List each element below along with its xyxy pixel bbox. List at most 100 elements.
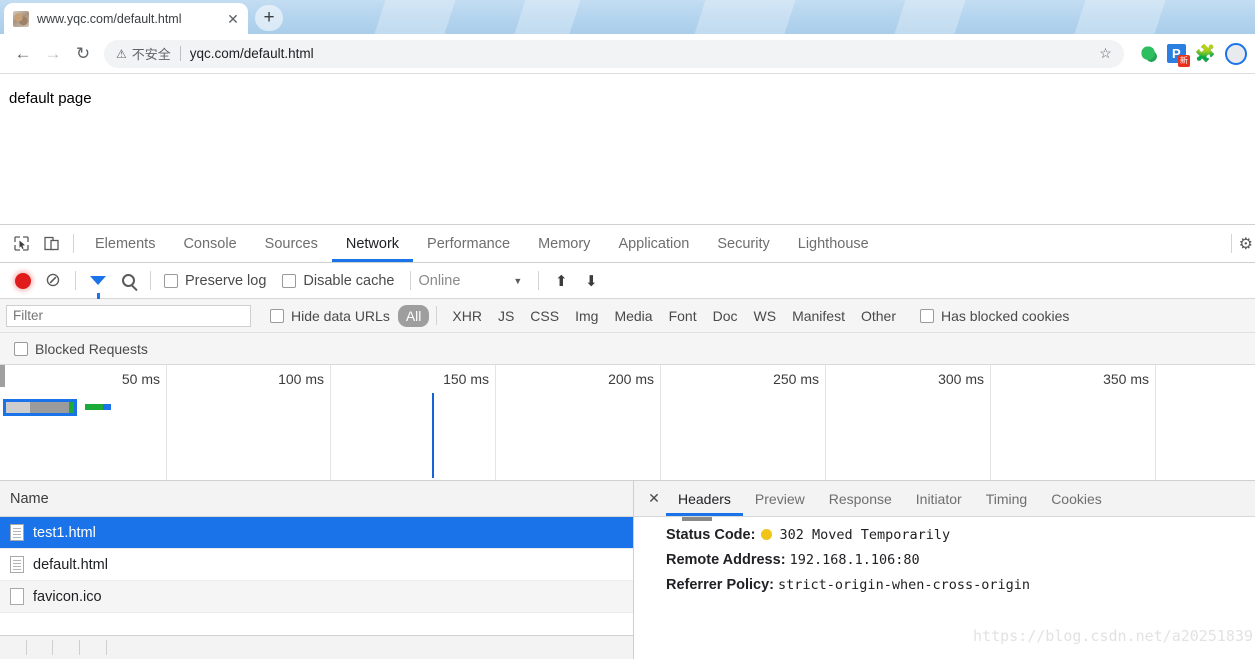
header-field-remote-address: Remote Address: 192.168.1.106:80: [666, 552, 1255, 568]
filter-type-img[interactable]: Img: [567, 305, 606, 327]
waterfall-bar-selected[interactable]: [3, 399, 77, 416]
waterfall-segment-download: [69, 402, 74, 413]
summary-resources: [53, 640, 80, 655]
reload-button[interactable]: ↻: [68, 39, 98, 69]
throttling-select[interactable]: Online ▼: [418, 273, 522, 289]
tab-memory[interactable]: Memory: [524, 225, 604, 262]
overview-tick-label: 300 ms: [938, 371, 984, 387]
toolbar-divider: [73, 234, 74, 253]
dom-content-loaded-marker: [432, 393, 434, 478]
filter-type-media[interactable]: Media: [606, 305, 660, 327]
waterfall-segment-waiting: [30, 402, 69, 413]
settings-gear-icon[interactable]: ⚙: [1239, 234, 1253, 254]
toolbar-divider: [1230, 234, 1232, 253]
overview-tick-label: 50 ms: [121, 371, 160, 387]
summary-transferred: [27, 640, 54, 655]
network-split-view: Name test1.html default.html favicon.ico: [0, 481, 1255, 659]
tab-timing[interactable]: Timing: [974, 481, 1040, 516]
hide-data-urls-checkbox[interactable]: Hide data URLs: [270, 308, 390, 324]
filter-type-ws[interactable]: WS: [746, 305, 785, 327]
clear-button[interactable]: ⊘: [38, 267, 68, 295]
network-summary-bar: [0, 635, 633, 659]
overview-gridline: [825, 365, 826, 480]
tab-response[interactable]: Response: [817, 481, 904, 516]
theme-decoration: [894, 0, 966, 34]
profile-avatar[interactable]: [1225, 42, 1247, 65]
inspect-element-icon[interactable]: [6, 230, 36, 258]
p-extension-icon[interactable]: P 新: [1166, 44, 1190, 67]
tab-security[interactable]: Security: [703, 225, 783, 262]
tab-initiator[interactable]: Initiator: [904, 481, 974, 516]
overview-tick-label: 350 ms: [1103, 371, 1149, 387]
tab-application[interactable]: Application: [604, 225, 703, 262]
summary-dom-content-loaded: [107, 640, 133, 655]
tab-console[interactable]: Console: [169, 225, 250, 262]
browser-tab-strip: www.yqc.com/default.html ✕ +: [0, 0, 1255, 34]
summary-requests: [0, 640, 27, 655]
chevron-down-icon: ▼: [513, 275, 523, 286]
tab-sources[interactable]: Sources: [251, 225, 332, 262]
network-toolbar: ⊘ Preserve log Disable cache Online ▼ ⬆ …: [0, 263, 1255, 299]
security-status-label: 不安全: [131, 47, 171, 62]
blocked-requests-checkbox[interactable]: Blocked Requests: [14, 341, 148, 357]
tab-title: www.yqc.com/default.html: [37, 11, 182, 26]
filter-type-xhr[interactable]: XHR: [444, 305, 490, 327]
device-toolbar-icon[interactable]: [36, 230, 66, 258]
overview-gridline: [495, 365, 496, 480]
evernote-extension-icon[interactable]: [1139, 44, 1158, 63]
preserve-log-checkbox[interactable]: Preserve log: [164, 273, 266, 289]
network-filter-bar: Hide data URLs All XHR JS CSS Img Media …: [0, 299, 1255, 333]
filter-type-doc[interactable]: Doc: [705, 305, 746, 327]
devtools-tab-bar: Elements Console Sources Network Perform…: [0, 225, 1255, 263]
request-list-header[interactable]: Name: [0, 481, 633, 517]
tab-performance[interactable]: Performance: [413, 225, 524, 262]
disable-cache-label: Disable cache: [303, 272, 395, 289]
back-button[interactable]: ←: [8, 39, 38, 69]
tab-elements[interactable]: Elements: [81, 225, 169, 262]
page-content-text: default page: [9, 90, 92, 107]
tab-headers[interactable]: Headers: [666, 481, 743, 516]
filter-type-other[interactable]: Other: [853, 305, 904, 327]
filter-type-manifest[interactable]: Manifest: [784, 305, 853, 327]
close-details-icon[interactable]: ✕: [642, 490, 666, 507]
table-row[interactable]: test1.html: [0, 517, 633, 549]
watermark-text: https://blog.csdn.net/a20251839: [973, 627, 1253, 645]
disable-cache-checkbox[interactable]: Disable cache: [282, 273, 394, 289]
table-row[interactable]: default.html: [0, 549, 633, 581]
forward-button[interactable]: →: [38, 39, 68, 69]
import-har-button[interactable]: ⬆: [546, 267, 576, 295]
close-tab-icon[interactable]: ✕: [224, 12, 242, 26]
filter-type-font[interactable]: Font: [661, 305, 705, 327]
new-tab-button[interactable]: +: [255, 5, 283, 31]
blank-document-icon: [10, 588, 24, 605]
overview-tick-label: 250 ms: [773, 371, 819, 387]
table-row[interactable]: favicon.ico: [0, 581, 633, 613]
browser-tab[interactable]: www.yqc.com/default.html ✕: [4, 3, 248, 34]
details-tab-bar: ✕ Headers Preview Response Initiator Tim…: [634, 481, 1255, 517]
network-overview-chart[interactable]: 50 ms 100 ms 150 ms 200 ms 250 ms 300 ms…: [0, 365, 1255, 481]
waterfall-segment-stalled: [6, 402, 30, 413]
filter-type-css[interactable]: CSS: [522, 305, 567, 327]
funnel-icon: [90, 276, 106, 299]
puzzle-extensions-icon[interactable]: 🧩: [1195, 44, 1216, 64]
filter-input[interactable]: [6, 304, 251, 327]
throttling-value: Online: [418, 272, 461, 289]
overview-left-edge: [0, 365, 5, 387]
hide-data-urls-label: Hide data URLs: [291, 307, 390, 324]
tab-network[interactable]: Network: [332, 225, 413, 262]
bookmark-star-icon[interactable]: ☆: [1099, 45, 1112, 62]
filter-toggle-button[interactable]: [83, 267, 113, 299]
tab-lighthouse[interactable]: Lighthouse: [784, 225, 883, 262]
export-har-button[interactable]: ⬇: [576, 267, 606, 295]
has-blocked-cookies-checkbox[interactable]: Has blocked cookies: [920, 308, 1069, 324]
record-button[interactable]: [8, 267, 38, 295]
tab-preview[interactable]: Preview: [743, 481, 817, 516]
search-button[interactable]: [113, 267, 143, 295]
filter-type-js[interactable]: JS: [490, 305, 522, 327]
address-bar[interactable]: ⚠ 不安全 yqc.com/default.html ☆: [104, 39, 1124, 68]
request-name: test1.html: [33, 524, 96, 541]
theme-decoration: [514, 0, 581, 34]
filter-type-all[interactable]: All: [397, 304, 430, 327]
tab-cookies[interactable]: Cookies: [1039, 481, 1114, 516]
header-key: Referrer Policy:: [666, 577, 774, 593]
